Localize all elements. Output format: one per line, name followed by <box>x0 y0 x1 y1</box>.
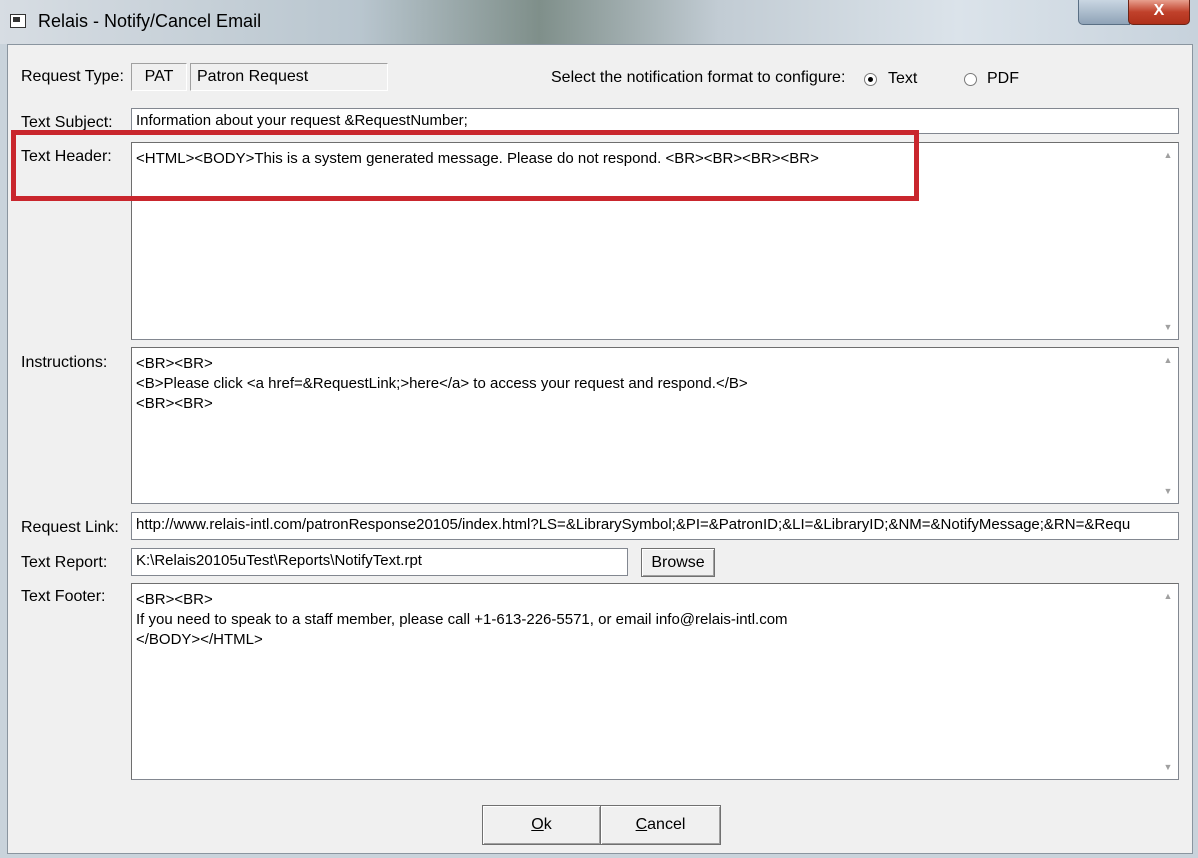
text-header-scrollbar[interactable]: ▲ ▼ <box>1158 143 1178 339</box>
request-type-label: Request Type: <box>21 68 124 85</box>
instructions-scrollbar[interactable]: ▲ ▼ <box>1158 348 1178 503</box>
ok-label: k <box>543 816 552 833</box>
minimize-button[interactable] <box>1078 0 1130 25</box>
format-prompt: Select the notification format to config… <box>551 69 846 86</box>
request-link-input[interactable]: http://www.relais-intl.com/patronRespons… <box>131 512 1179 540</box>
text-header-textarea[interactable]: <HTML><BODY>This is a system generated m… <box>131 142 1179 340</box>
format-text-label[interactable]: Text <box>888 70 917 88</box>
app-icon <box>10 14 26 28</box>
format-text-radio[interactable] <box>864 73 877 86</box>
window-title: Relais - Notify/Cancel Email <box>38 11 262 31</box>
ok-button[interactable]: Ok <box>482 805 601 845</box>
text-report-input[interactable]: K:\Relais20105uTest\Reports\NotifyText.r… <box>131 548 628 576</box>
cancel-access-key: C <box>635 816 648 833</box>
text-subject-input[interactable]: Information about your request &RequestN… <box>131 108 1179 134</box>
request-type-code: PAT <box>131 63 187 91</box>
close-button[interactable]: X <box>1128 0 1190 25</box>
title-bar: Relais - Notify/Cancel Email X <box>0 0 1198 44</box>
text-footer-scrollbar[interactable]: ▲ ▼ <box>1158 584 1178 779</box>
text-header-label: Text Header: <box>21 148 112 165</box>
request-link-label: Request Link: <box>21 519 119 536</box>
cancel-label: ancel <box>647 816 686 833</box>
scroll-up-icon[interactable]: ▲ <box>1158 586 1178 606</box>
text-footer-textarea[interactable]: <BR><BR> If you need to speak to a staff… <box>131 583 1179 780</box>
scroll-down-icon[interactable]: ▼ <box>1158 481 1178 501</box>
scroll-down-icon[interactable]: ▼ <box>1158 757 1178 777</box>
text-footer-label: Text Footer: <box>21 588 106 605</box>
text-subject-label: Text Subject: <box>21 114 113 131</box>
text-header-content: <HTML><BODY>This is a system generated m… <box>136 150 819 167</box>
cancel-button[interactable]: Cancel <box>600 805 721 845</box>
format-pdf-radio[interactable] <box>964 73 977 86</box>
browse-button[interactable]: Browse <box>641 548 715 577</box>
text-report-label: Text Report: <box>21 554 108 571</box>
instructions-textarea[interactable]: <BR><BR> <B>Please click <a href=&Reques… <box>131 347 1179 504</box>
instructions-label: Instructions: <box>21 354 108 371</box>
format-pdf-label[interactable]: PDF <box>987 70 1019 88</box>
request-type-description: Patron Request <box>190 63 388 91</box>
instructions-content: <BR><BR> <B>Please click <a href=&Reques… <box>136 355 748 412</box>
scroll-up-icon[interactable]: ▲ <box>1158 350 1178 370</box>
text-footer-content: <BR><BR> If you need to speak to a staff… <box>136 591 788 648</box>
ok-access-key: O <box>531 816 544 833</box>
scroll-down-icon[interactable]: ▼ <box>1158 317 1178 337</box>
close-icon: X <box>1153 2 1165 19</box>
scroll-up-icon[interactable]: ▲ <box>1158 145 1178 165</box>
